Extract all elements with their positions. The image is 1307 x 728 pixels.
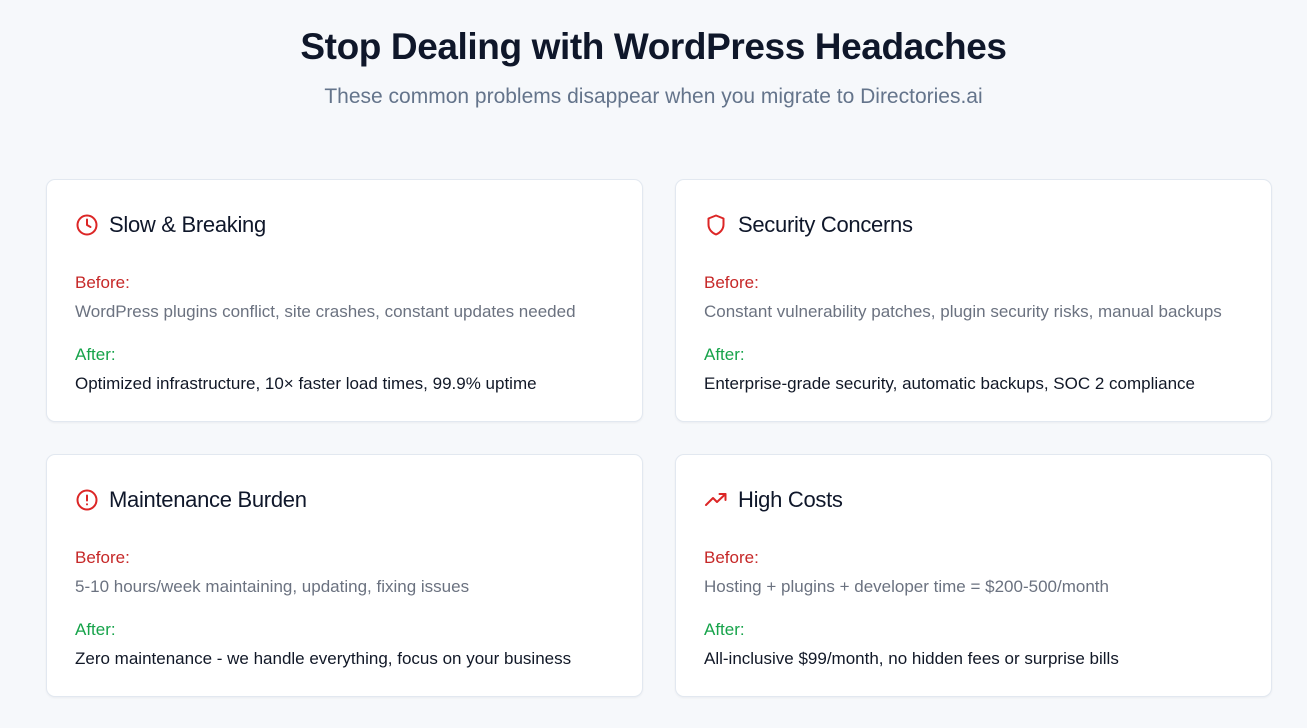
after-label: After:: [75, 620, 116, 639]
alert-circle-icon: [75, 488, 99, 512]
problem-card-high-costs: High Costs Before: Hosting + plugins + d…: [675, 454, 1272, 697]
card-header: Security Concerns: [704, 210, 913, 240]
after-label: After:: [704, 345, 745, 364]
card-header: High Costs: [704, 485, 843, 515]
card-title: Maintenance Burden: [109, 487, 307, 512]
after-text: Zero maintenance - we handle everything,…: [75, 649, 572, 668]
clock-icon: [75, 213, 99, 237]
card-title: Slow & Breaking: [109, 212, 266, 237]
after-text: Enterprise-grade security, automatic bac…: [704, 374, 1196, 393]
problem-card-maintenance-burden: Maintenance Burden Before: 5-10 hours/we…: [46, 454, 643, 697]
before-label: Before:: [704, 273, 759, 292]
after-label: After:: [704, 620, 745, 639]
after-text: Optimized infrastructure, 10× faster loa…: [75, 374, 537, 393]
page-subtitle: These common problems disappear when you…: [324, 85, 983, 108]
card-header: Maintenance Burden: [75, 485, 307, 515]
card-title: High Costs: [738, 487, 843, 512]
before-text: Constant vulnerability patches, plugin s…: [704, 302, 1222, 321]
before-label: Before:: [704, 548, 759, 567]
page-title: Stop Dealing with WordPress Headaches: [300, 26, 1007, 67]
shield-icon: [704, 213, 728, 237]
before-text: WordPress plugins conflict, site crashes…: [75, 302, 576, 321]
card-title: Security Concerns: [738, 212, 913, 237]
card-header: Slow & Breaking: [75, 210, 266, 240]
after-text: All-inclusive $99/month, no hidden fees …: [704, 649, 1119, 668]
before-label: Before:: [75, 273, 130, 292]
after-label: After:: [75, 345, 116, 364]
section-header: Stop Dealing with WordPress Headaches Th…: [0, 24, 1307, 112]
before-text: Hosting + plugins + developer time = $20…: [704, 577, 1109, 596]
before-label: Before:: [75, 548, 130, 567]
problem-card-slow-breaking: Slow & Breaking Before: WordPress plugin…: [46, 179, 643, 422]
before-text: 5-10 hours/week maintaining, updating, f…: [75, 577, 470, 596]
trending-up-icon: [704, 488, 728, 512]
problem-card-security-concerns: Security Concerns Before: Constant vulne…: [675, 179, 1272, 422]
